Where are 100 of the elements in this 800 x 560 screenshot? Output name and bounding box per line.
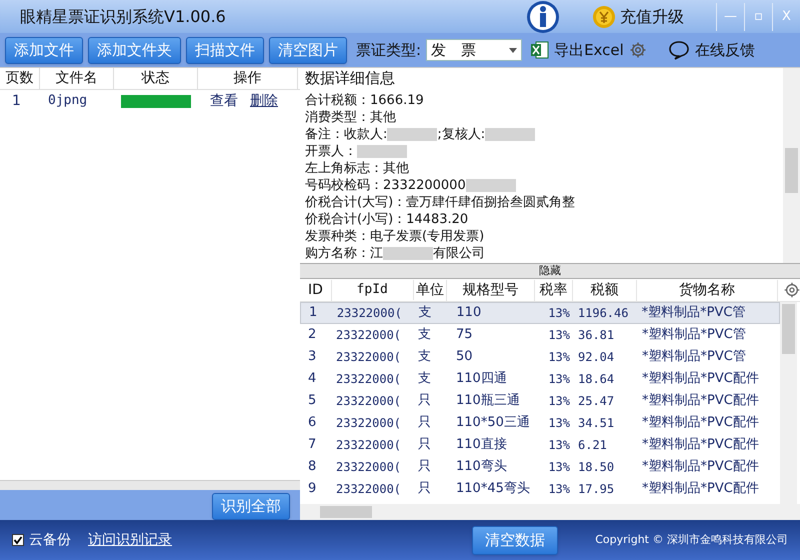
table-cell-text: 支	[418, 304, 433, 322]
info-icon[interactable]	[526, 0, 560, 34]
column-header: 规格型号	[447, 280, 536, 300]
table-cell-text: 13%	[547, 459, 571, 476]
detail-text: 号码校检码：2332200000	[305, 177, 466, 194]
table-cell-text: 13%	[547, 437, 571, 454]
table-cell-text: *塑料制品*PVC配件	[641, 392, 760, 410]
table-cell-text: 13%	[547, 305, 571, 322]
feedback-button[interactable]: 在线反馈	[694, 38, 755, 62]
table-cell-text: 13%	[547, 481, 571, 498]
column-header: 税额	[572, 280, 637, 300]
table-cell-text: 25.47	[577, 393, 616, 410]
scrollbar[interactable]	[780, 302, 797, 504]
detail-text: 购方名称：江	[305, 245, 383, 262]
table-cell-text: 17.95	[577, 481, 616, 498]
table-cell-text: 只	[417, 458, 432, 476]
table-cell-text: 3	[307, 348, 318, 366]
table-cell-text: 1	[308, 304, 318, 322]
table-cell-text: 支	[417, 370, 432, 388]
table-cell-text: 2	[307, 326, 318, 344]
table-cell-text: 23322000(	[335, 481, 402, 498]
table-row[interactable]: 9 23322000( 只 110*45弯头 13% 17.95 *塑料制品*PVC配件	[300, 478, 780, 500]
window-title: 眼精星票证识别系统V1.00.6	[20, 6, 226, 28]
detail-text: 价税合计(大写)：壹万肆仟肆佰捌拾叁圆贰角整	[305, 194, 576, 211]
detail-text: 有限公司	[433, 245, 485, 262]
table-cell-text: 23322000(	[335, 349, 402, 366]
table-cell-text: 0jpng	[47, 92, 88, 110]
scrollbar[interactable]	[300, 504, 800, 520]
table-cell-text: *塑料制品*PVC管	[641, 348, 747, 366]
table-cell-text: 1196.46	[576, 305, 630, 322]
table-row[interactable]: 7 23322000( 只 110直接 13% 6.21 *塑料制品*PVC配件	[300, 434, 780, 456]
column-header: 文件名	[40, 68, 114, 89]
table-cell-text: 23322000(	[335, 459, 402, 476]
table-cell-text: *塑料制品*PVC配件	[641, 436, 760, 454]
dropdown-caret-icon	[509, 48, 518, 52]
table-row[interactable]: 8 23322000( 只 110弯头 13% 18.50 *塑料制品*PVC配件	[300, 456, 780, 478]
table-cell-text: 110*45弯头	[455, 480, 531, 498]
type-label: 票证类型:	[356, 40, 422, 61]
table-cell-text: 4	[307, 370, 318, 388]
view-link[interactable]: 查看	[210, 90, 238, 112]
table-cell-text: 23322000(	[335, 371, 402, 388]
redacted-block	[357, 145, 407, 158]
redacted-block	[466, 179, 516, 192]
column-header: 操作	[198, 68, 298, 89]
export-excel-button[interactable]: 导出Excel	[554, 38, 624, 62]
type-dropdown[interactable]: 发 票	[426, 39, 522, 61]
table-cell-text: 23322000(	[335, 415, 402, 432]
table-row[interactable]: 5 23322000( 只 110瓶三通 13% 25.47 *塑料制品*PVC配件	[300, 390, 780, 412]
table-row[interactable]: 2 23322000( 支 75 13% 36.81 *塑料制品*PVC管	[300, 324, 780, 346]
table-cell-text: 18.50	[577, 459, 616, 476]
table-cell-text: 只	[417, 392, 432, 410]
scrollbar[interactable]	[0, 480, 300, 490]
delete-link[interactable]: 删除	[250, 90, 278, 112]
table-cell-text: 23322000(	[335, 437, 402, 454]
table-cell-text: 23322000(	[335, 393, 402, 410]
redacted-block	[383, 247, 433, 260]
column-header: ID	[300, 280, 332, 300]
backup-checkbox[interactable]	[12, 534, 24, 546]
column-header: 税率	[535, 280, 573, 300]
table-cell-text: *塑料制品*PVC配件	[641, 480, 760, 498]
copyright-text: Copyright © 深圳市金鸣科技有限公司	[595, 532, 788, 548]
column-header: 页数	[0, 68, 40, 89]
table-cell-text: 34.51	[577, 415, 616, 432]
table-cell-text: *塑料制品*PVC管	[640, 304, 746, 322]
column-header: fpId	[332, 280, 414, 300]
table-cell-text: 7	[307, 436, 318, 454]
table-cell-text: 50	[455, 348, 474, 366]
table-cell-text: 1	[11, 92, 22, 110]
detail-text: 价税合计(小写)：14483.20	[305, 211, 468, 228]
table-cell-text: *塑料制品*PVC配件	[641, 414, 760, 432]
table-cell-text: 36.81	[577, 327, 616, 344]
table-cell-text: 8	[307, 458, 318, 476]
settings-icon[interactable]	[784, 282, 800, 298]
scrollbar[interactable]	[783, 68, 800, 263]
table-cell-text: 支	[417, 348, 432, 366]
detail-text: 左上角标志：其他	[305, 160, 409, 177]
detail-text: 开票人：	[305, 143, 357, 160]
settings-icon[interactable]	[628, 41, 647, 59]
table-row[interactable]: 3 23322000( 支 50 13% 92.04 *塑料制品*PVC管	[300, 346, 780, 368]
table-cell-text: 110*50三通	[455, 414, 531, 432]
coin-icon	[592, 4, 616, 28]
column-header: 单位	[414, 280, 448, 300]
table-cell-text: 6.21	[577, 437, 608, 454]
history-link[interactable]: 访问识别记录	[88, 530, 172, 550]
table-cell-text: 6	[307, 414, 318, 432]
table-cell-text: *塑料制品*PVC配件	[641, 370, 760, 388]
redacted-block	[387, 128, 438, 141]
upgrade-button[interactable]: 充值升级	[620, 4, 684, 28]
table-cell-text: 13%	[547, 327, 571, 344]
table-row[interactable]: 4 23322000( 支 110四通 13% 18.64 *塑料制品*PVC配件	[300, 368, 780, 390]
table-cell-text: 5	[307, 392, 318, 410]
detail-text: 备注：收款人:	[305, 126, 388, 143]
hide-button[interactable]: 隐藏	[300, 263, 800, 279]
table-cell-text: *塑料制品*PVC管	[641, 326, 747, 344]
table-cell-text: 23322000(	[336, 305, 403, 322]
table-cell-text: 9	[307, 480, 318, 498]
table-row[interactable]: 6 23322000( 只 110*50三通 13% 34.51 *塑料制品*PVC配件	[300, 412, 780, 434]
table-row[interactable]: 1 23322000( 支 110 13% 1196.46 *塑料制品*PVC管	[300, 302, 780, 324]
table-cell-text: 110瓶三通	[455, 392, 521, 410]
table-cell-text: 13%	[547, 349, 571, 366]
